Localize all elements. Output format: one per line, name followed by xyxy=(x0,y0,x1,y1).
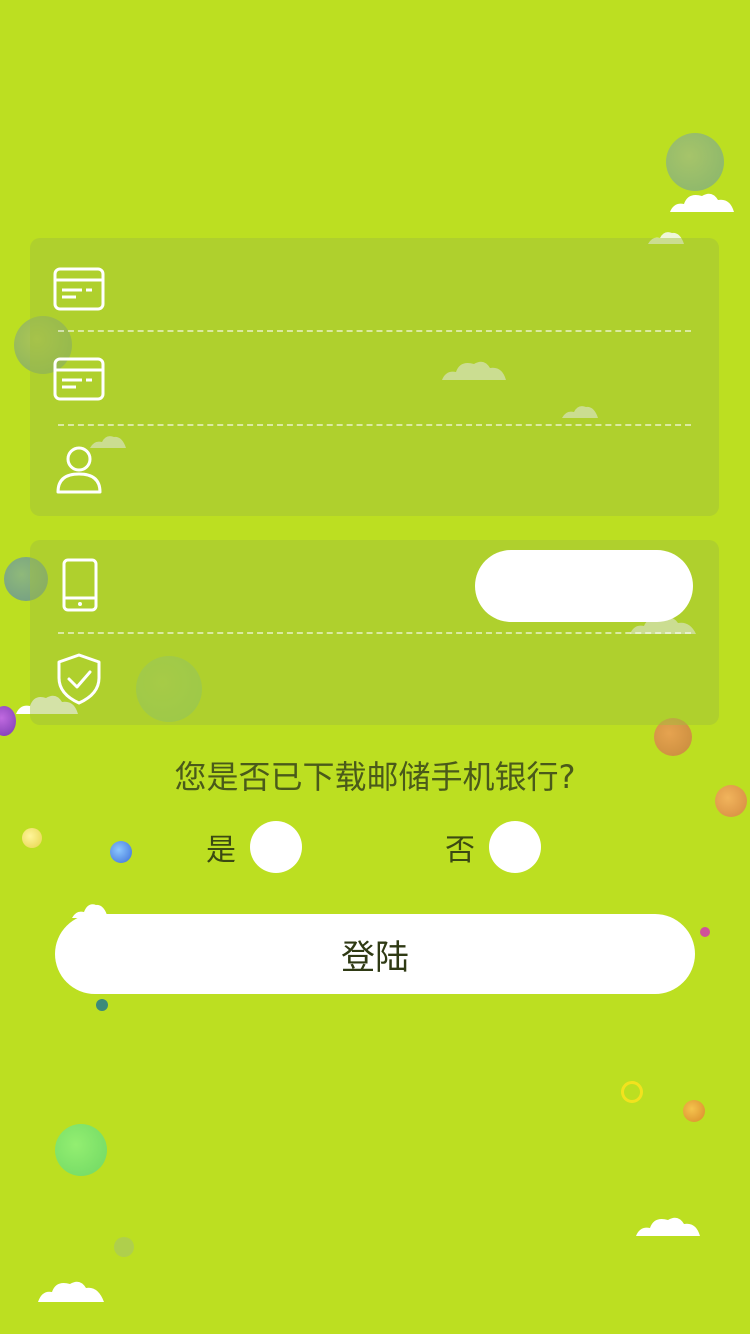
bubble-decor xyxy=(55,1124,107,1176)
shield-check-icon xyxy=(57,653,101,705)
bubble-decor xyxy=(114,1237,134,1257)
bubble-decor xyxy=(110,841,132,863)
card-number-input[interactable] xyxy=(140,264,689,318)
cloud-decor xyxy=(636,1217,700,1236)
cloud-decor xyxy=(38,1281,104,1302)
account-holder-input[interactable] xyxy=(140,450,689,504)
divider xyxy=(58,424,691,426)
card-icon xyxy=(53,267,105,311)
option-no[interactable]: 否 xyxy=(445,820,541,874)
phone-row xyxy=(30,540,719,632)
radio-yes[interactable] xyxy=(250,821,302,873)
phone-icon xyxy=(62,558,98,612)
radio-no[interactable] xyxy=(489,821,541,873)
sms-code-row xyxy=(30,640,719,725)
option-yes-label: 是 xyxy=(206,833,236,868)
account-form-panel xyxy=(30,238,719,516)
login-button[interactable]: 登陆 xyxy=(55,914,695,994)
verify-form-panel xyxy=(30,540,719,725)
bubble-decor xyxy=(666,133,724,191)
bubble-decor xyxy=(683,1100,705,1122)
bubble-decor xyxy=(0,706,16,736)
phone-input[interactable] xyxy=(140,558,459,612)
user-icon xyxy=(56,446,102,494)
download-question: 您是否已下载邮储手机银行? xyxy=(174,758,576,796)
card-number-row xyxy=(30,246,719,336)
bubble-decor xyxy=(22,828,42,848)
option-no-label: 否 xyxy=(445,833,475,868)
card-icon xyxy=(53,357,105,401)
account-holder-row xyxy=(30,432,719,516)
divider xyxy=(58,632,691,634)
sms-code-input[interactable] xyxy=(140,658,689,712)
get-code-button[interactable] xyxy=(475,550,693,622)
bubble-decor xyxy=(621,1081,643,1103)
cloud-decor xyxy=(670,193,734,212)
card-number-confirm-input[interactable] xyxy=(140,356,689,410)
card-number-confirm-row xyxy=(30,338,719,428)
bubble-decor xyxy=(96,999,108,1011)
bubble-decor xyxy=(700,927,710,937)
option-yes[interactable]: 是 xyxy=(206,820,302,874)
divider xyxy=(58,330,691,332)
